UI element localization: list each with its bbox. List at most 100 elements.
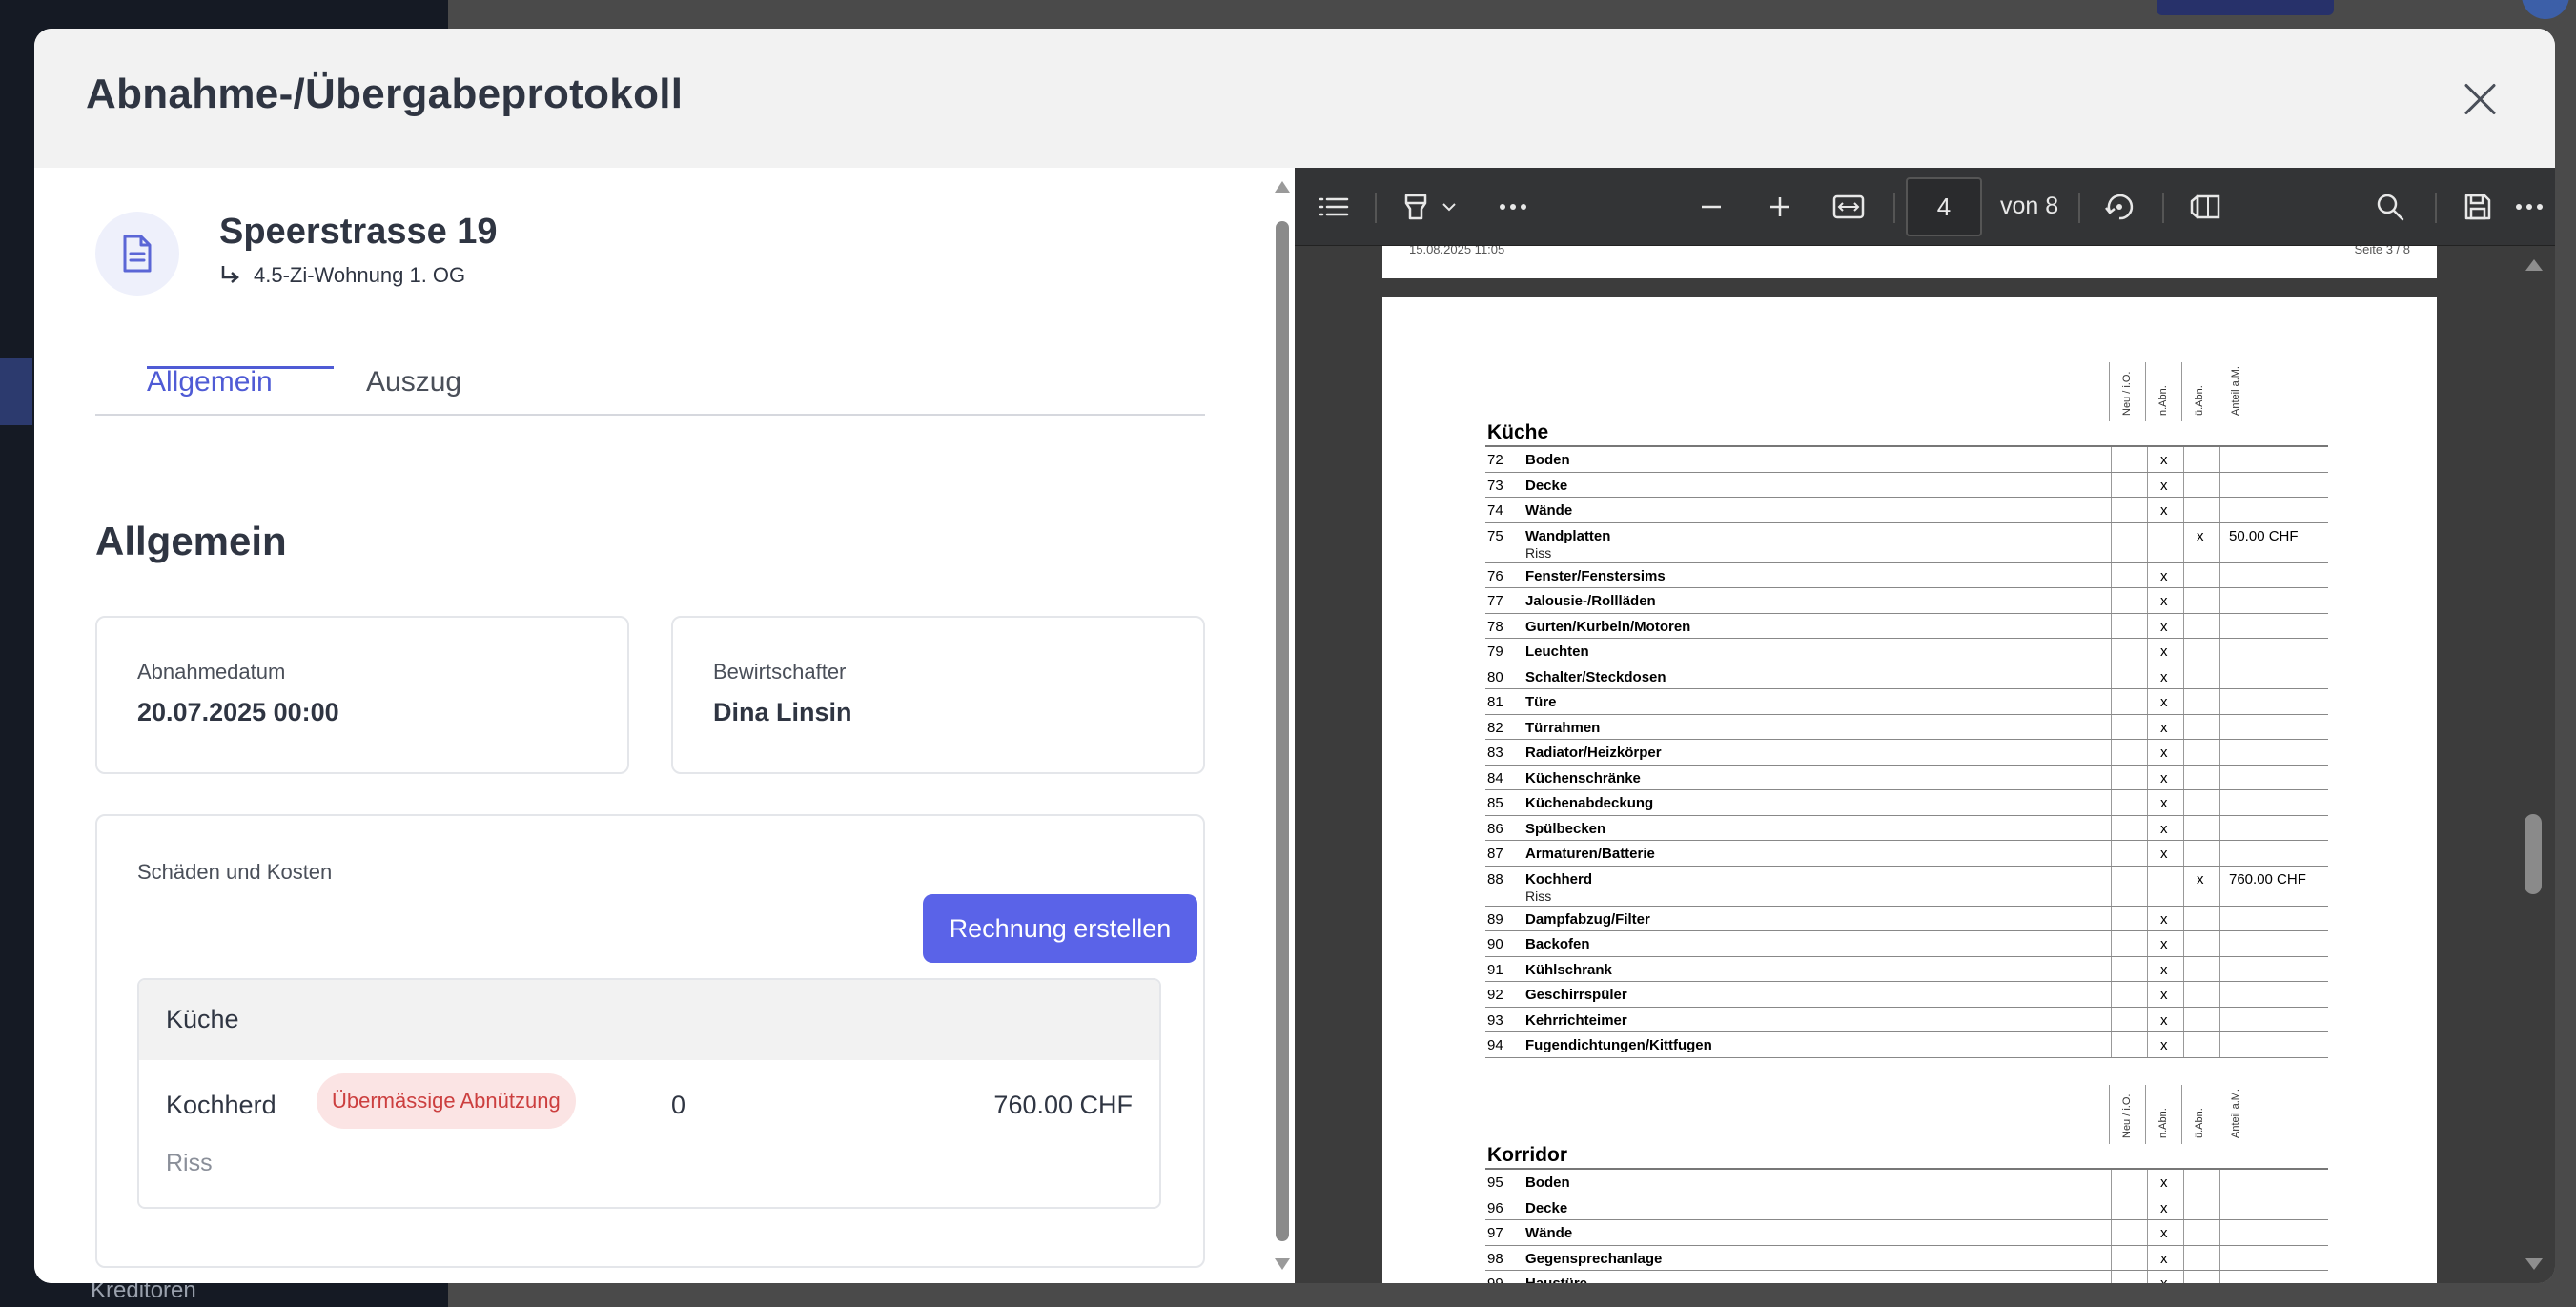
section-title: Allgemein bbox=[95, 519, 287, 563]
pdf-cell-border bbox=[2147, 906, 2148, 930]
pdf-row-mark: x bbox=[2160, 567, 2168, 584]
pdf-row-number: 78 bbox=[1487, 618, 1503, 635]
pdf-cell-border bbox=[2147, 498, 2148, 522]
pdf-cell-border bbox=[2183, 689, 2184, 714]
costs-card: Schäden und Kosten Rechnung erstellen Kü… bbox=[95, 814, 1205, 1268]
page-number-input[interactable]: 4 bbox=[1906, 177, 1982, 236]
pdf-cell-border bbox=[2183, 522, 2184, 562]
search-icon[interactable] bbox=[2372, 189, 2408, 225]
pdf-cell-border bbox=[2147, 1220, 2148, 1245]
pdf-cell-border bbox=[2147, 447, 2148, 472]
pdf-row-label: Spülbecken bbox=[1525, 820, 1606, 837]
pdf-row-label: Wandplatten bbox=[1525, 527, 1611, 544]
pdf-table-row: 90 Backofen x bbox=[1485, 931, 2328, 957]
pdf-row-mark: x bbox=[2160, 694, 2168, 710]
pdf-cell-border bbox=[2219, 714, 2220, 739]
pdf-cell-border bbox=[2183, 790, 2184, 815]
pdf-cell-border bbox=[2219, 664, 2220, 688]
pdf-column-header: ü.Abn. bbox=[2181, 362, 2218, 421]
date-card: Abnahmedatum 20.07.2025 00:00 bbox=[95, 616, 629, 774]
pdf-table-row: 85 Küchenabdeckung x bbox=[1485, 790, 2328, 816]
save-icon[interactable] bbox=[2460, 189, 2496, 225]
scroll-down-arrow-icon[interactable] bbox=[1275, 1258, 1290, 1270]
pdf-cell-border bbox=[2219, 472, 2220, 497]
pdf-previous-page: 15.08.2025 11:05 Seite 3 / 8 bbox=[1382, 246, 2437, 278]
tab-allgemein[interactable]: Allgemein bbox=[147, 366, 273, 416]
pdf-row-mark: x bbox=[2160, 1276, 2168, 1283]
pdf-cell-border bbox=[2147, 956, 2148, 981]
pdf-cell-border bbox=[2183, 613, 2184, 638]
pdf-cell-border bbox=[2147, 714, 2148, 739]
pdf-column-header: Neu / i.O. bbox=[2109, 362, 2145, 421]
pdf-row-number: 80 bbox=[1487, 668, 1503, 685]
pdf-row-number: 95 bbox=[1487, 1174, 1503, 1191]
pdf-cell-border bbox=[2219, 765, 2220, 789]
outline-list-icon[interactable] bbox=[1316, 189, 1352, 225]
pdf-cell-border bbox=[2111, 522, 2112, 562]
more-options-icon[interactable] bbox=[2511, 189, 2547, 225]
pdf-table-row: 75 Wandplatten Riss x 50.00 CHF bbox=[1485, 522, 2328, 563]
scroll-up-arrow-icon[interactable] bbox=[1275, 181, 1290, 193]
toolbar-separator bbox=[2078, 193, 2080, 223]
pdf-row-label: Kühlschrank bbox=[1525, 961, 1612, 978]
pdf-row-mark: x bbox=[2160, 961, 2168, 978]
pdf-cell-border bbox=[2219, 1245, 2220, 1270]
pdf-cell-border bbox=[2183, 588, 2184, 613]
pdf-cell-border bbox=[2147, 866, 2148, 906]
pdf-row-number: 88 bbox=[1487, 870, 1503, 888]
pdf-cell-border bbox=[2219, 639, 2220, 664]
rotate-icon[interactable] bbox=[2101, 189, 2137, 225]
left-scrollbar[interactable] bbox=[1268, 168, 1295, 1283]
pdf-row-number: 93 bbox=[1487, 1011, 1503, 1029]
pdf-row-label: Küchenabdeckung bbox=[1525, 795, 1654, 811]
page-footer-date: 15.08.2025 11:05 bbox=[1409, 246, 1505, 256]
pdf-row-label: Kochherd bbox=[1525, 870, 1593, 888]
highlighter-icon[interactable] bbox=[1398, 189, 1434, 225]
create-invoice-button[interactable]: Rechnung erstellen bbox=[923, 894, 1197, 963]
pdf-row-mark: x bbox=[2160, 452, 2168, 468]
pdf-row-label: Leuchten bbox=[1525, 643, 1589, 660]
pdf-column-header: Anteil a.M. bbox=[2218, 362, 2254, 421]
pdf-row-mark: x bbox=[2160, 1011, 2168, 1029]
close-icon[interactable] bbox=[2460, 78, 2502, 120]
pdf-table-row: 77 Jalousie-/Rollläden x bbox=[1485, 588, 2328, 614]
tab-auszug[interactable]: Auszug bbox=[366, 366, 461, 416]
scroll-up-arrow-icon[interactable] bbox=[2525, 259, 2543, 271]
pdf-cell-border bbox=[2147, 1245, 2148, 1270]
pdf-cell-border bbox=[2147, 1195, 2148, 1219]
more-tools-icon[interactable] bbox=[1495, 189, 1531, 225]
pdf-cell-border bbox=[2147, 1170, 2148, 1195]
pdf-cell-border bbox=[2183, 841, 2184, 866]
background-active-nav bbox=[0, 358, 32, 425]
pdf-cell-border bbox=[2111, 562, 2112, 587]
pdf-row-number: 83 bbox=[1487, 745, 1503, 761]
pdf-cell-border bbox=[2111, 1195, 2112, 1219]
chevron-down-icon[interactable] bbox=[1438, 189, 1461, 225]
pdf-page: Neu / i.O. n.Abn. ü.Abn. Anteil a.M. Küche 72… bbox=[1382, 297, 2437, 1283]
pdf-cell-border bbox=[2147, 472, 2148, 497]
zoom-in-icon[interactable] bbox=[1762, 189, 1798, 225]
pdf-table-row: 86 Spülbecken x bbox=[1485, 815, 2328, 841]
pdf-table-row: 79 Leuchten x bbox=[1485, 639, 2328, 664]
modal-title: Abnahme-/Übergabeprotokoll bbox=[86, 71, 684, 117]
pdf-row-number: 79 bbox=[1487, 643, 1503, 660]
pdf-row-label: Wände bbox=[1525, 1225, 1573, 1241]
pdf-row-number: 92 bbox=[1487, 987, 1503, 1003]
costs-label: Schäden und Kosten bbox=[137, 860, 333, 884]
page-view-icon[interactable] bbox=[2187, 189, 2223, 225]
pdf-cell-border bbox=[2147, 522, 2148, 562]
pdf-table-row: 87 Armaturen/Batterie x bbox=[1485, 841, 2328, 867]
pdf-cell-border bbox=[2111, 931, 2112, 956]
scroll-thumb[interactable] bbox=[2525, 814, 2542, 894]
damage-item-name: Kochherd bbox=[166, 1091, 276, 1119]
pdf-cell-border bbox=[2147, 664, 2148, 688]
fit-width-icon[interactable] bbox=[1830, 189, 1867, 225]
scroll-thumb[interactable] bbox=[1276, 221, 1289, 1241]
zoom-out-icon[interactable] bbox=[1693, 189, 1729, 225]
pdf-cell-border bbox=[2111, 790, 2112, 815]
pdf-section-title: Korridor bbox=[1487, 1144, 1567, 1166]
pdf-cell-border bbox=[2111, 1220, 2112, 1245]
scroll-down-arrow-icon[interactable] bbox=[2525, 1258, 2543, 1270]
pdf-scrollbar[interactable] bbox=[2511, 246, 2555, 1283]
pdf-cell-border bbox=[2183, 1195, 2184, 1219]
